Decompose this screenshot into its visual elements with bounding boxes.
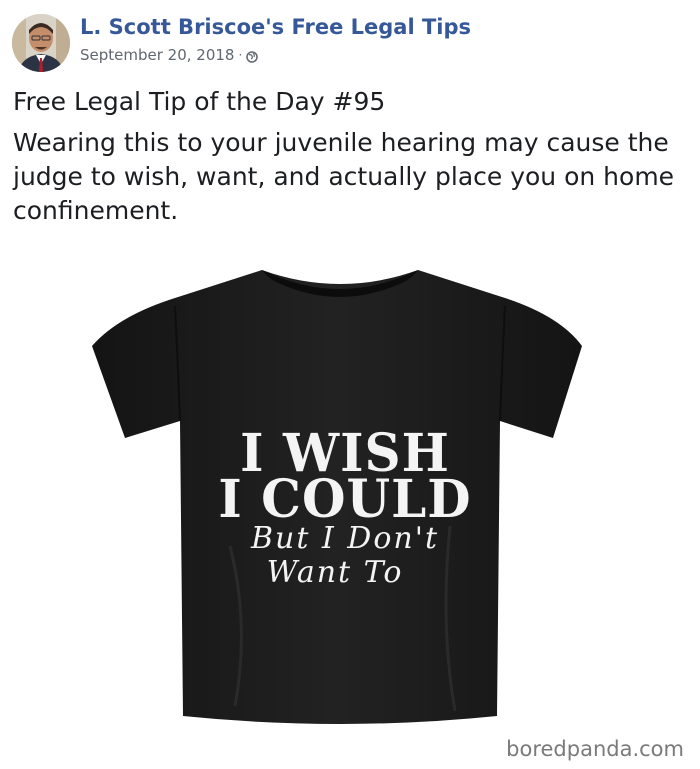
avatar[interactable] (12, 14, 70, 72)
shirt-print: I WISH I COULD But I Don't Want To (215, 426, 475, 590)
post-header: L. Scott Briscoe's Free Legal Tips Septe… (12, 12, 688, 74)
avatar-photo (12, 14, 70, 72)
shirt-line-2: I COULD (218, 467, 472, 530)
post-text: Wearing this to your juvenile hearing ma… (13, 128, 675, 225)
page-name-link[interactable]: L. Scott Briscoe's Free Legal Tips (80, 15, 471, 39)
globe-icon[interactable] (246, 49, 259, 63)
post-meta: September 20, 2018 · (80, 46, 259, 64)
watermark: boredpanda.com (506, 737, 684, 761)
shirt-line-4: Want To (266, 555, 404, 590)
post-title: Free Legal Tip of the Day #95 (13, 87, 386, 116)
post-date[interactable]: September 20, 2018 (80, 46, 234, 64)
post-photo[interactable]: I WISH I COULD But I Don't Want To bored… (0, 246, 700, 769)
meta-separator: · (238, 48, 243, 62)
